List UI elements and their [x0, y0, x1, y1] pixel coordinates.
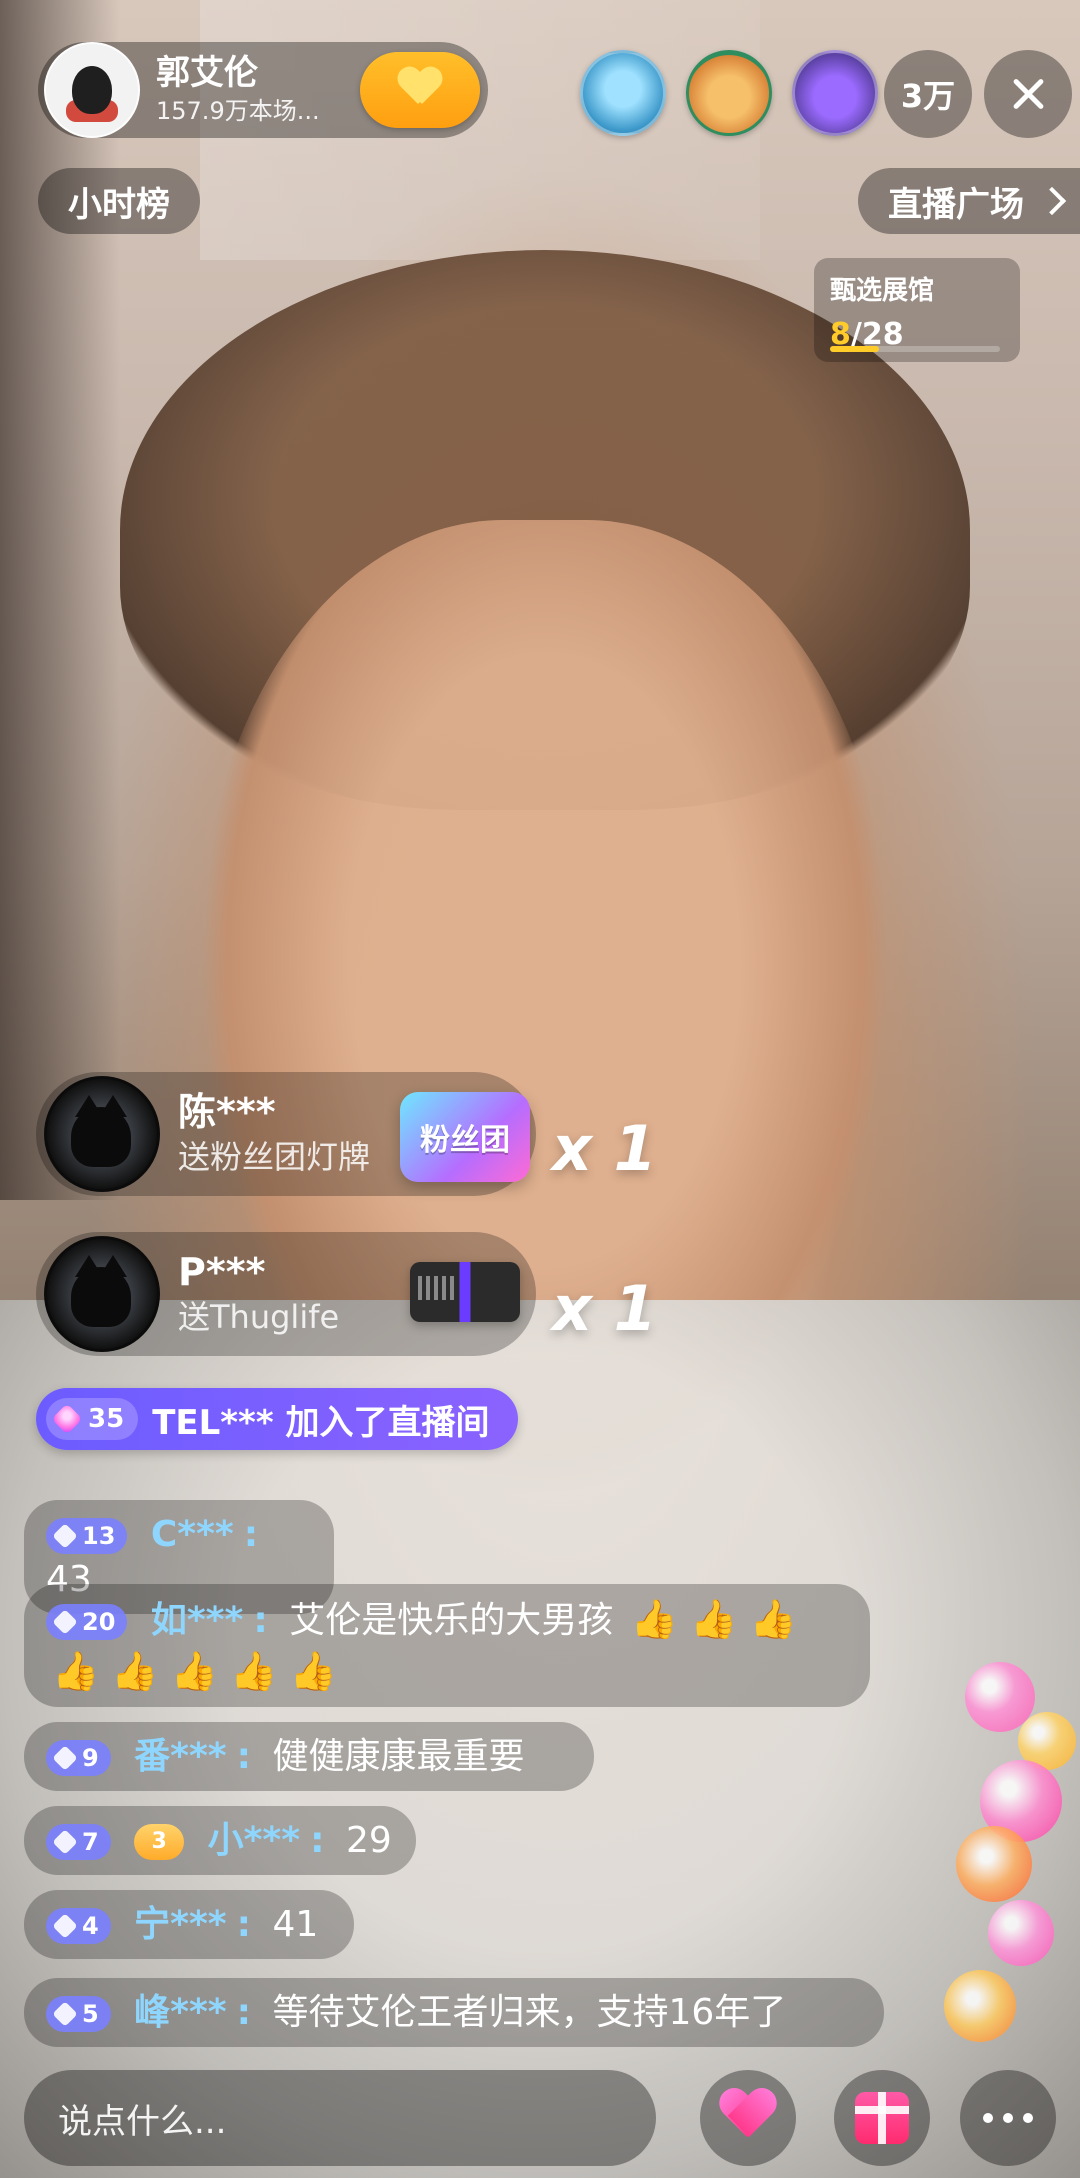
user-level-badge: 35 [46, 1398, 139, 1440]
chat-message: 5 峰***: 等待艾伦王者归来，支持16年了 [24, 1978, 884, 2047]
gift-user-avatar [44, 1076, 160, 1192]
gift-desc: 送粉丝团灯牌 [178, 1138, 371, 1177]
user-level: 7 [82, 1828, 99, 1856]
chat-line: 20 如***: 艾伦是快乐的大男孩 👍 👍 👍 [46, 1596, 848, 1644]
chat-separator: : [243, 1514, 259, 1555]
exhibit-widget[interactable]: 甄选展馆 8/28 [814, 258, 1020, 362]
live-square-button[interactable]: 直播广场 [858, 168, 1080, 234]
chat-separator: : [236, 1736, 252, 1777]
gift-desc: 送Thuglife [178, 1298, 340, 1337]
user-level: 35 [88, 1404, 125, 1434]
chat-user: 如*** [150, 1600, 244, 1641]
exhibit-progress-fill [830, 346, 879, 352]
chat-separator: : [253, 1600, 268, 1641]
gift-text: P*** 送Thuglife [178, 1250, 340, 1337]
plus-icon: + [414, 78, 433, 103]
host-name: 郭艾伦 [156, 52, 258, 93]
user-level-badge: 5 [46, 1996, 111, 2032]
comment-placeholder: 说点什么... [58, 2101, 227, 2142]
viewer-avatar[interactable] [580, 50, 666, 136]
gift-text: 陈*** 送粉丝团灯牌 [178, 1090, 371, 1177]
exhibit-title: 甄选展馆 [830, 276, 935, 306]
join-message: 35 TEL*** 加入了直播间 [36, 1388, 518, 1450]
level-icon [51, 1403, 83, 1435]
follow-button[interactable]: + [360, 52, 480, 128]
reaction-icon [988, 1900, 1054, 1966]
viewer-avatar[interactable] [792, 50, 878, 136]
viewer-count[interactable]: 3万 [884, 50, 972, 138]
close-button[interactable] [984, 50, 1072, 138]
reaction-icon [956, 1826, 1032, 1902]
exhibit-progress-bar [830, 346, 1000, 352]
diamond-icon [52, 1829, 78, 1855]
close-icon [1008, 74, 1048, 114]
user-level: 4 [82, 1912, 99, 1940]
cat-icon [71, 1095, 131, 1167]
fan-badge: 3 [134, 1824, 185, 1860]
chat-separator: : [310, 1820, 325, 1861]
viewer-avatar[interactable] [686, 50, 772, 136]
sunglasses-icon [410, 1262, 520, 1322]
join-text: TEL*** 加入了直播间 [152, 1402, 490, 1443]
diamond-icon [52, 1609, 78, 1635]
fan-club-label: 粉丝团 [420, 1123, 510, 1158]
hour-rank-button[interactable]: 小时榜 [38, 168, 200, 234]
diamond-icon [52, 2001, 78, 2027]
heart-icon [719, 2089, 777, 2147]
live-square-label: 直播广场 [888, 184, 1024, 225]
chat-separator: : [236, 1904, 252, 1945]
gift-user: 陈*** [178, 1090, 276, 1135]
chat-message: 4 宁***: 41 [24, 1890, 354, 1959]
user-level: 5 [82, 2000, 99, 2028]
chat-message: 20 如***: 艾伦是快乐的大男孩 👍 👍 👍 👍 👍 👍 👍 👍 [24, 1584, 870, 1707]
chat-message: 7 3 小***: 29 [24, 1806, 416, 1875]
gift-user-avatar [44, 1236, 160, 1352]
user-level: 13 [82, 1522, 116, 1550]
viewer-avatars[interactable] [580, 50, 878, 136]
user-level-badge: 20 [46, 1604, 128, 1640]
chat-separator: : [236, 1992, 252, 2033]
chevron-right-icon [1037, 186, 1067, 216]
chat-text: 41 [272, 1904, 319, 1945]
host-subtitle: 157.9万本场... [156, 97, 320, 126]
user-level-badge: 13 [46, 1518, 128, 1554]
chat-user: 峰*** [134, 1992, 227, 2033]
chat-user: C*** [150, 1514, 234, 1555]
chat-text: 健健康康最重要 [272, 1736, 525, 1777]
diamond-icon [52, 1745, 78, 1771]
gift-user: P*** [178, 1250, 266, 1295]
like-button[interactable] [700, 2070, 796, 2166]
heart-icon: + [398, 68, 442, 112]
chat-line: 👍 👍 👍 👍 👍 [46, 1648, 848, 1696]
more-button[interactable] [960, 2070, 1056, 2166]
chat-user: 小*** [207, 1820, 301, 1861]
chat-user: 宁*** [134, 1904, 227, 1945]
gift-times: x 1 [552, 1112, 657, 1185]
comment-input[interactable]: 说点什么... [24, 2070, 656, 2166]
user-level-badge: 7 [46, 1824, 111, 1860]
user-level: 20 [82, 1608, 116, 1636]
diamond-icon [52, 1913, 78, 1939]
diamond-icon [52, 1523, 78, 1549]
gift-icon [855, 2092, 909, 2144]
chat-text: 等待艾伦王者归来，支持16年了 [272, 1992, 787, 2033]
user-level-badge: 4 [46, 1908, 111, 1944]
host-text: 郭艾伦 157.9万本场... [156, 52, 320, 126]
gift-button[interactable] [834, 2070, 930, 2166]
chat-text: 艾伦是快乐的大男孩 [289, 1600, 614, 1641]
chat-user: 番*** [134, 1736, 227, 1777]
chat-message: 9 番***: 健健康康最重要 [24, 1722, 594, 1791]
host-avatar[interactable] [44, 42, 140, 138]
fan-club-badge: 粉丝团 [400, 1092, 530, 1182]
gift-times: x 1 [552, 1272, 657, 1345]
more-icon [983, 2113, 1033, 2123]
user-level: 9 [82, 1744, 99, 1772]
reaction-icon [944, 1970, 1016, 2042]
chat-text: 29 [345, 1820, 392, 1861]
cat-icon [71, 1255, 131, 1327]
thumbs-up-icon: 👍 👍 👍 [630, 1597, 797, 1641]
thumbs-up-icon: 👍 👍 👍 👍 👍 [52, 1648, 337, 1693]
user-level-badge: 9 [46, 1740, 111, 1776]
